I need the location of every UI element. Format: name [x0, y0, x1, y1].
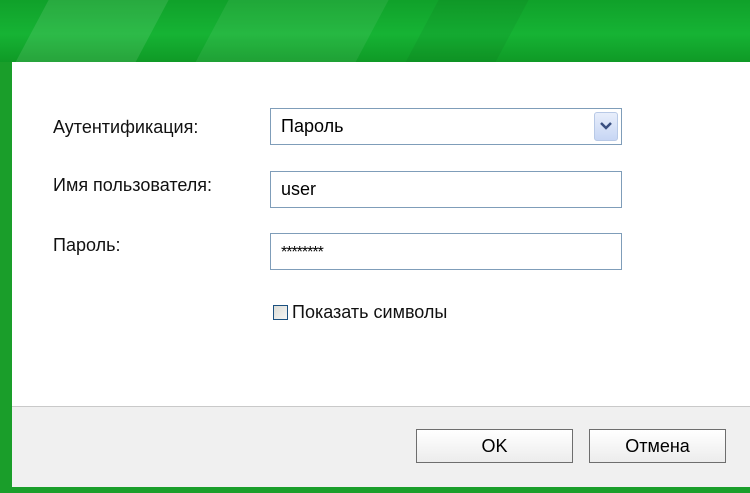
show-chars-row[interactable]: Показать символы — [273, 302, 447, 323]
auth-select[interactable]: Пароль — [270, 108, 622, 145]
username-input[interactable]: user — [270, 171, 622, 208]
header-decoration — [186, 0, 394, 62]
chevron-down-icon — [600, 122, 612, 130]
auth-select-value: Пароль — [281, 116, 344, 136]
show-chars-label[interactable]: Показать символы — [292, 302, 447, 323]
dialog-content: Аутентификация: Пароль Имя пользователя:… — [12, 62, 750, 406]
header-decoration — [396, 0, 534, 62]
header-decoration — [6, 0, 174, 62]
password-input[interactable]: ******** — [270, 233, 622, 270]
ok-button[interactable]: OK — [416, 429, 573, 463]
cancel-button[interactable]: Отмена — [589, 429, 726, 463]
username-label: Имя пользователя: — [53, 175, 213, 195]
username-value: user — [281, 179, 317, 199]
dropdown-arrow-button[interactable] — [594, 112, 618, 141]
password-label: Пароль: — [53, 235, 121, 255]
dialog-footer: OK Отмена — [12, 406, 750, 487]
dialog-header — [0, 0, 750, 62]
password-value: ******** — [281, 244, 324, 261]
show-chars-checkbox[interactable] — [273, 305, 288, 320]
auth-label: Аутентификация: — [53, 117, 199, 137]
